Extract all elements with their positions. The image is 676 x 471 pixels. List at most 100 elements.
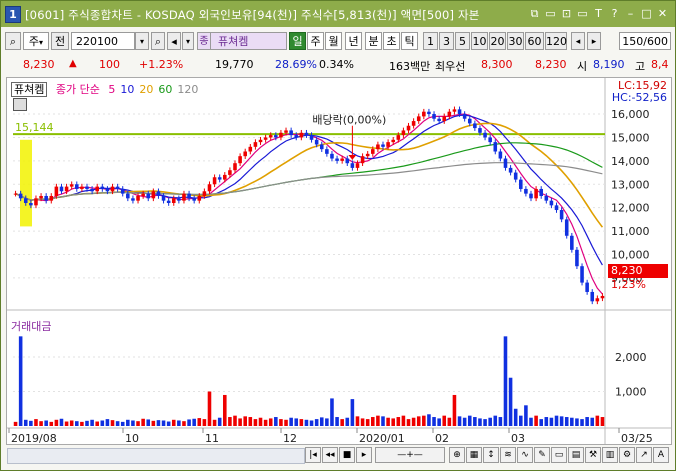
- legend-ma-5[interactable]: 5: [108, 83, 115, 96]
- maximize-icon[interactable]: □: [640, 6, 653, 21]
- code-input[interactable]: 220100: [71, 32, 135, 50]
- zoom-slider[interactable]: —+—: [375, 447, 445, 463]
- indicator-icon[interactable]: ∿: [517, 447, 533, 463]
- period-tab-4[interactable]: 분: [365, 32, 382, 50]
- best-price-label: 최우선: [435, 60, 466, 73]
- interval-button-30[interactable]: 30: [507, 32, 524, 50]
- stop-button[interactable]: ■: [339, 447, 355, 463]
- price-tick-label: 11,000: [611, 225, 650, 238]
- legend-stock-name[interactable]: 퓨쳐켐: [11, 82, 48, 97]
- drawing-icon[interactable]: ✎: [534, 447, 550, 463]
- period-tab-5[interactable]: 초: [383, 32, 400, 50]
- interval-button-20[interactable]: 20: [489, 32, 506, 50]
- candle-body: [416, 116, 421, 122]
- print-icon[interactable]: ▤: [568, 447, 584, 463]
- volume-bar: [564, 417, 569, 426]
- scroll-prev-button[interactable]: ◂◂: [322, 447, 338, 463]
- scale-icon[interactable]: ↕: [483, 447, 499, 463]
- candle-body: [294, 135, 299, 138]
- minimize-icon[interactable]: –: [624, 6, 637, 21]
- candle-body: [202, 191, 207, 196]
- candle-body: [319, 144, 324, 150]
- candle-body: [554, 205, 559, 211]
- text-icon[interactable]: A: [653, 447, 669, 463]
- speaker-icon[interactable]: ◂: [167, 32, 181, 50]
- period-tab-1[interactable]: 주: [307, 32, 324, 50]
- candle-body: [233, 163, 237, 171]
- candle-body: [243, 151, 247, 157]
- window-icon[interactable]: ▭: [576, 6, 589, 21]
- tool-icon[interactable]: ⚒: [585, 447, 601, 463]
- price-tick-label: 13,000: [611, 178, 650, 191]
- price-tick-label: 12,000: [611, 202, 650, 215]
- tile-icon[interactable]: ▭: [544, 6, 557, 21]
- interval-button-3[interactable]: 3: [439, 32, 454, 50]
- scroll-first-button[interactable]: |◂: [305, 447, 321, 463]
- volume-bar: [309, 420, 314, 426]
- legend-ma-60[interactable]: 60: [158, 83, 172, 96]
- candle-body: [590, 291, 595, 302]
- market-select[interactable]: 주▾: [23, 32, 49, 50]
- layout-icon[interactable]: ▥: [602, 447, 618, 463]
- volume-bar: [161, 420, 166, 426]
- restore-icon[interactable]: ⧉: [528, 6, 541, 21]
- period-tab-0[interactable]: 일: [289, 32, 306, 50]
- save-icon[interactable]: ▭: [551, 447, 567, 463]
- volume-bar: [529, 417, 533, 426]
- help-icon[interactable]: ?: [608, 6, 621, 21]
- volume-bar: [105, 419, 110, 426]
- trend-icon[interactable]: ↗: [636, 447, 652, 463]
- period-tab-6[interactable]: 틱: [401, 32, 418, 50]
- volume-bar: [478, 418, 482, 426]
- candle-body: [171, 198, 176, 203]
- volume-bar: [473, 417, 477, 426]
- volume-bar: [314, 419, 319, 426]
- candle-body: [534, 188, 538, 199]
- volume-bar: [493, 415, 498, 426]
- volume-bar: [100, 420, 105, 426]
- chart-scrollbar[interactable]: [7, 448, 305, 464]
- interval-button-1[interactable]: 1: [423, 32, 438, 50]
- interval-button-60[interactable]: 60: [525, 32, 544, 50]
- candle-body: [64, 186, 69, 192]
- increase-count-button[interactable]: ▸: [587, 32, 601, 50]
- legend-ma-120[interactable]: 120: [177, 83, 198, 96]
- scroll-next-button[interactable]: ▸: [356, 447, 372, 463]
- speaker-dropdown-button[interactable]: ▾: [182, 32, 194, 50]
- volume-bar: [416, 416, 421, 426]
- chart-canvas[interactable]: 16,000 15,000 14,000 13,000 12,000 11,000 10,0…: [7, 78, 671, 444]
- volume-bar: [151, 420, 156, 426]
- prev-button[interactable]: 전: [51, 32, 69, 50]
- interval-button-5[interactable]: 5: [455, 32, 470, 50]
- settings-icon[interactable]: ⚙: [619, 447, 635, 463]
- volume-bar: [462, 417, 467, 426]
- period-tab-2[interactable]: 월: [325, 32, 342, 50]
- candle-body: [39, 195, 43, 199]
- x-tick-label: 2019/08: [11, 432, 57, 444]
- legend-ma-20[interactable]: 20: [139, 83, 153, 96]
- candle-body: [478, 128, 482, 133]
- grid-icon[interactable]: ▦: [466, 447, 482, 463]
- period-tab-3[interactable]: 년: [345, 32, 362, 50]
- chart-area[interactable]: 16,000 15,000 14,000 13,000 12,000 11,000 10,0…: [6, 77, 672, 445]
- font-icon[interactable]: T: [592, 6, 605, 21]
- compare-icon[interactable]: ≋: [500, 447, 516, 463]
- candle-body: [462, 114, 467, 119]
- zoom-in-icon[interactable]: ⊕: [449, 447, 465, 463]
- title-bar[interactable]: 1 [0601] 주식종합차트 - KOSDAQ 외국인보유[94(천)] 주식…: [1, 1, 675, 27]
- candle-body: [29, 203, 33, 206]
- volume-bar: [498, 417, 503, 426]
- code-dropdown-button[interactable]: ▾: [135, 32, 149, 50]
- interval-button-10[interactable]: 10: [471, 32, 488, 50]
- close-icon[interactable]: ✕: [656, 6, 669, 21]
- candle-body: [156, 191, 161, 196]
- grid-settings-icon[interactable]: [13, 98, 27, 111]
- search-icon[interactable]: ⌕: [5, 32, 21, 50]
- count-input[interactable]: 150/600: [619, 32, 671, 50]
- interval-button-120[interactable]: 120: [545, 32, 567, 50]
- legend-ma-10[interactable]: 10: [120, 83, 134, 96]
- candle-body: [279, 132, 283, 138]
- code-search-icon[interactable]: ⌕: [151, 32, 165, 50]
- snapshot-icon[interactable]: ⊡: [560, 6, 573, 21]
- decrease-count-button[interactable]: ◂: [571, 32, 585, 50]
